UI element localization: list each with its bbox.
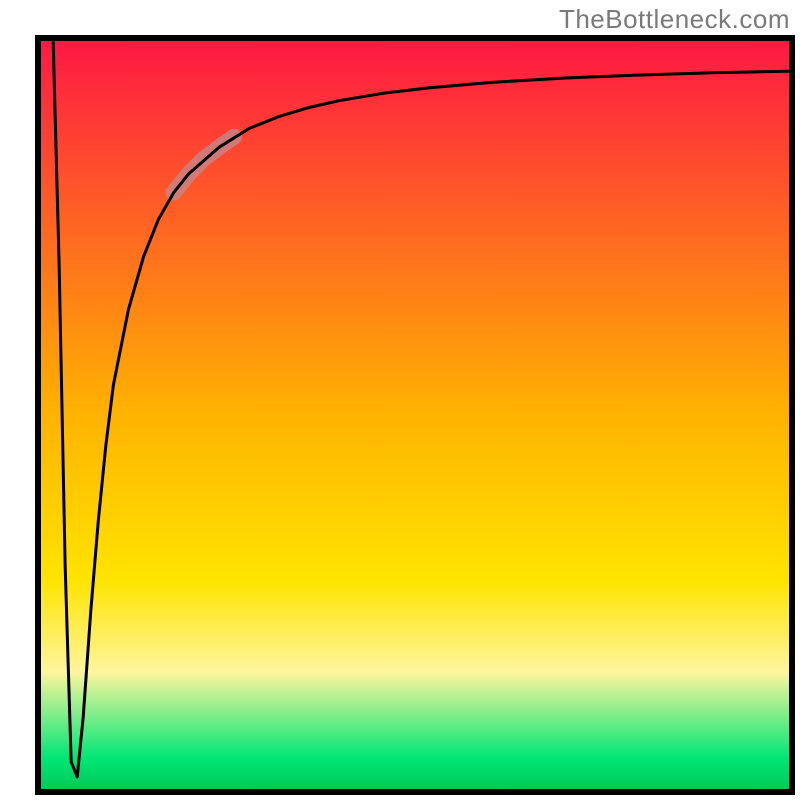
chart-stage: TheBottleneck.com [0,0,800,800]
bottleneck-chart [0,0,800,800]
gradient-background [38,38,792,792]
